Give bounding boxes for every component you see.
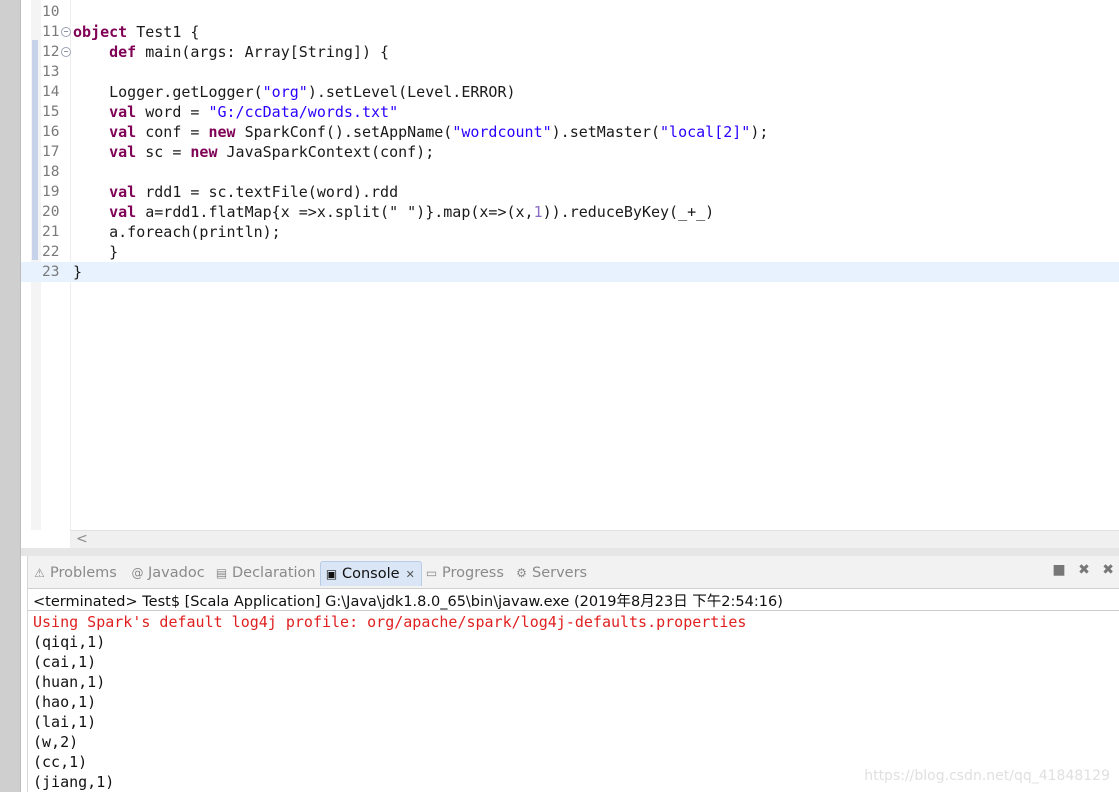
tab-label: Declaration — [232, 565, 316, 581]
code-line[interactable]: 21 a.foreach(println); — [21, 222, 1119, 242]
problems-icon: ⚠ — [34, 566, 45, 580]
line-number: 13 — [42, 64, 60, 80]
code-line[interactable]: 23} — [21, 262, 1119, 282]
line-number: 23 — [42, 264, 60, 280]
watermark: https://blog.csdn.net/qq_41848129 — [864, 768, 1110, 784]
console-icon: ▣ — [325, 567, 338, 581]
tab-label: Javadoc — [148, 565, 205, 581]
status-divider — [28, 610, 1119, 611]
console-line: (qiqi,1) — [33, 633, 106, 651]
code-line[interactable]: 13 — [21, 62, 1119, 82]
code-text: val a=rdd1.flatMap{x =>x.split(" ")}.map… — [109, 203, 715, 221]
code-text: def main(args: Array[String]) { — [109, 43, 390, 61]
javadoc-icon: @ — [131, 566, 144, 580]
bottom-panel: ⚠ Problems @ Javadoc ▤ Declaration ▣ Console ✕ ▭ P… — [27, 556, 1119, 792]
line-number: 14 — [42, 84, 60, 100]
code-line[interactable]: 17 val sc = new JavaSparkContext(conf); — [21, 142, 1119, 162]
remove-all-icon[interactable]: ✖ — [1102, 562, 1114, 578]
tab-declaration[interactable]: ▤ Declaration — [214, 561, 316, 585]
console-toolbar: ■ ✖ ✖ — [1044, 562, 1114, 578]
tab-problems[interactable]: ⚠ Problems — [32, 561, 117, 585]
code-text: } — [73, 263, 83, 281]
console-line: (cai,1) — [33, 653, 97, 671]
tab-label: Console — [342, 566, 400, 582]
code-line[interactable]: 11− object Test1 { — [21, 22, 1119, 42]
code-line[interactable]: 18 — [21, 162, 1119, 182]
horizontal-scrollbar[interactable]: < — [70, 530, 1119, 549]
tab-progress[interactable]: ▭ Progress — [424, 561, 504, 585]
progress-icon: ▭ — [425, 566, 438, 580]
console-line: (hao,1) — [33, 693, 97, 711]
code-text: val conf = new SparkConf().setAppName("w… — [109, 123, 769, 141]
fold-toggle-icon[interactable]: − — [61, 27, 71, 37]
console-status: <terminated> Test$ [Scala Application] G… — [33, 594, 783, 610]
code-text: Logger.getLogger("org").setLevel(Level.E… — [73, 83, 516, 101]
panel-divider[interactable] — [21, 548, 1119, 556]
line-number: 15 — [42, 104, 60, 120]
console-line: (w,2) — [33, 733, 79, 751]
line-number: 16 — [42, 124, 60, 140]
code-text: val word = "G:/ccData/words.txt" — [109, 103, 399, 121]
code-line[interactable]: 16 val conf = new SparkConf().setAppName… — [21, 122, 1119, 142]
code-text: val rdd1 = sc.textFile(word).rdd — [109, 183, 399, 201]
scroll-left-icon[interactable]: < — [76, 531, 88, 547]
console-line: (huan,1) — [33, 673, 106, 691]
tab-label: Problems — [50, 565, 117, 581]
code-line[interactable]: 12− def main(args: Array[String]) { — [21, 42, 1119, 62]
line-number: 18 — [42, 164, 60, 180]
code-text: a.foreach(println); — [73, 223, 281, 241]
line-number: 21 — [42, 224, 60, 240]
close-tab-icon[interactable]: ✕ — [406, 568, 415, 581]
code-text: val sc = new JavaSparkContext(conf); — [109, 143, 435, 161]
panel-tab-bar: ⚠ Problems @ Javadoc ▤ Declaration ▣ Console ✕ ▭ P… — [28, 556, 1119, 589]
line-number: 11 — [42, 24, 60, 40]
left-sidebar-strip — [0, 0, 21, 792]
line-number: 22 — [42, 244, 60, 260]
code-line[interactable]: 22 } — [21, 242, 1119, 262]
tab-label: Progress — [442, 565, 504, 581]
code-text: } — [73, 243, 119, 261]
code-line[interactable]: 14 Logger.getLogger("org").setLevel(Leve… — [21, 82, 1119, 102]
console-error-line: Using Spark's default log4j profile: org… — [33, 613, 747, 631]
code-area[interactable]: 10 11− object Test1 {12− def main(args: Ar… — [21, 0, 1119, 530]
line-number: 12 — [42, 44, 60, 60]
servers-icon: ⚙ — [516, 566, 527, 580]
code-line[interactable]: 15 val word = "G:/ccData/words.txt" — [21, 102, 1119, 122]
tab-servers[interactable]: ⚙ Servers — [514, 561, 587, 585]
tab-label: Servers — [532, 565, 588, 581]
tab-javadoc[interactable]: @ Javadoc — [130, 561, 205, 585]
code-text: object Test1 { — [73, 23, 200, 41]
console-line: (lai,1) — [33, 713, 97, 731]
code-line[interactable]: 19 val rdd1 = sc.textFile(word).rdd — [21, 182, 1119, 202]
line-number: 10 — [42, 4, 60, 20]
remove-launch-icon[interactable]: ✖ — [1078, 562, 1090, 578]
terminate-icon[interactable]: ■ — [1052, 562, 1065, 578]
code-editor[interactable]: 10 11− object Test1 {12− def main(args: Ar… — [21, 0, 1119, 549]
code-line[interactable]: 10 — [21, 2, 1119, 22]
line-number: 19 — [42, 184, 60, 200]
fold-toggle-icon[interactable]: − — [61, 47, 71, 57]
tab-console[interactable]: ▣ Console ✕ — [320, 561, 422, 586]
console-output[interactable]: Using Spark's default log4j profile: org… — [33, 612, 1113, 792]
line-number: 20 — [42, 204, 60, 220]
line-number: 17 — [42, 144, 60, 160]
declaration-icon: ▤ — [215, 566, 228, 580]
code-line[interactable]: 20 val a=rdd1.flatMap{x =>x.split(" ")}.… — [21, 202, 1119, 222]
